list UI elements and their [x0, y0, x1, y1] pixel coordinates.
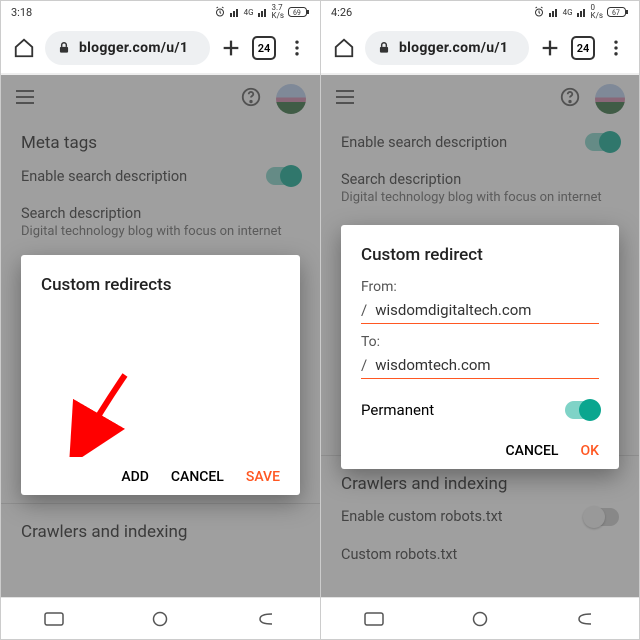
cancel-button[interactable]: CANCEL [506, 443, 559, 459]
dialog-actions: ADD CANCEL SAVE [41, 451, 280, 485]
status-bar: 4:26 4G 0K/s 67 [321, 1, 639, 23]
add-button[interactable]: ADD [121, 469, 149, 485]
new-tab-icon[interactable] [218, 35, 244, 61]
signal-icon [230, 7, 240, 17]
to-field[interactable]: / wisdomtech.com [361, 350, 599, 379]
browser-toolbar: blogger.com/u/1 24 [1, 23, 320, 75]
alarm-icon [214, 6, 226, 18]
address-bar[interactable]: blogger.com/u/1 [365, 31, 529, 65]
status-time: 4:26 [331, 6, 352, 19]
svg-text:67: 67 [612, 9, 620, 17]
dialog-custom-redirects: Custom redirects ADD CANCEL SAVE [21, 255, 300, 495]
net-label: 4G [563, 8, 573, 17]
signal2-icon [577, 7, 587, 17]
row-permanent: Permanent [361, 389, 599, 425]
url-text: blogger.com/u/1 [79, 40, 188, 56]
net-label: 4G [244, 8, 254, 17]
overflow-menu-icon[interactable] [284, 35, 310, 61]
battery-icon: 67 [607, 6, 629, 18]
status-bar: 3:18 4G 3.7K/s 69 [1, 1, 320, 23]
battery-icon: 69 [288, 6, 310, 18]
dialog-actions: CANCEL OK [361, 425, 599, 459]
tabs-button[interactable]: 24 [571, 36, 595, 60]
ok-button[interactable]: OK [581, 443, 600, 459]
to-label: To: [361, 334, 599, 350]
from-value: wisdomdigitaltech.com [375, 301, 531, 319]
page-area: Meta tags Enable search description Sear… [1, 75, 320, 597]
home-key[interactable] [466, 612, 494, 626]
dialog-custom-redirect: Custom redirect From: / wisdomdigitaltec… [341, 225, 619, 469]
nav-bar [1, 597, 320, 639]
permanent-label: Permanent [361, 401, 434, 419]
back-key[interactable] [253, 612, 281, 626]
url-text: blogger.com/u/1 [399, 40, 508, 56]
slash-prefix: / [361, 301, 367, 319]
screenshot-right: 4:26 4G 0K/s 67 blogger.com/u/1 24 [320, 1, 639, 639]
svg-text:69: 69 [293, 9, 301, 17]
browser-toolbar: blogger.com/u/1 24 [321, 23, 639, 75]
screenshot-left: 3:18 4G 3.7K/s 69 blogger.com/u/1 24 [1, 1, 320, 639]
recents-key[interactable] [360, 612, 388, 626]
dialog-title: Custom redirects [41, 275, 280, 295]
signal2-icon [258, 7, 268, 17]
home-key[interactable] [146, 612, 174, 626]
alarm-icon [533, 6, 545, 18]
recents-key[interactable] [40, 612, 68, 626]
cancel-button[interactable]: CANCEL [171, 469, 224, 485]
tabs-button[interactable]: 24 [252, 36, 276, 60]
lock-icon [57, 41, 71, 55]
slash-prefix: / [361, 356, 367, 374]
nav-bar [321, 597, 639, 639]
home-icon[interactable] [331, 35, 357, 61]
from-field[interactable]: / wisdomdigitaltech.com [361, 295, 599, 324]
save-button[interactable]: SAVE [246, 469, 280, 485]
speed-label: 3.7K/s [272, 4, 284, 20]
lock-icon [377, 41, 391, 55]
back-key[interactable] [572, 612, 600, 626]
new-tab-icon[interactable] [537, 35, 563, 61]
signal-icon [549, 7, 559, 17]
toggle-permanent[interactable] [565, 401, 599, 419]
page-area: Enable search description Search descrip… [321, 75, 639, 597]
to-value: wisdomtech.com [375, 356, 490, 374]
dialog-title: Custom redirect [361, 245, 599, 265]
address-bar[interactable]: blogger.com/u/1 [45, 31, 210, 65]
status-time: 3:18 [11, 6, 32, 19]
speed-label: 0K/s [591, 4, 603, 20]
overflow-menu-icon[interactable] [603, 35, 629, 61]
home-icon[interactable] [11, 35, 37, 61]
from-label: From: [361, 279, 599, 295]
